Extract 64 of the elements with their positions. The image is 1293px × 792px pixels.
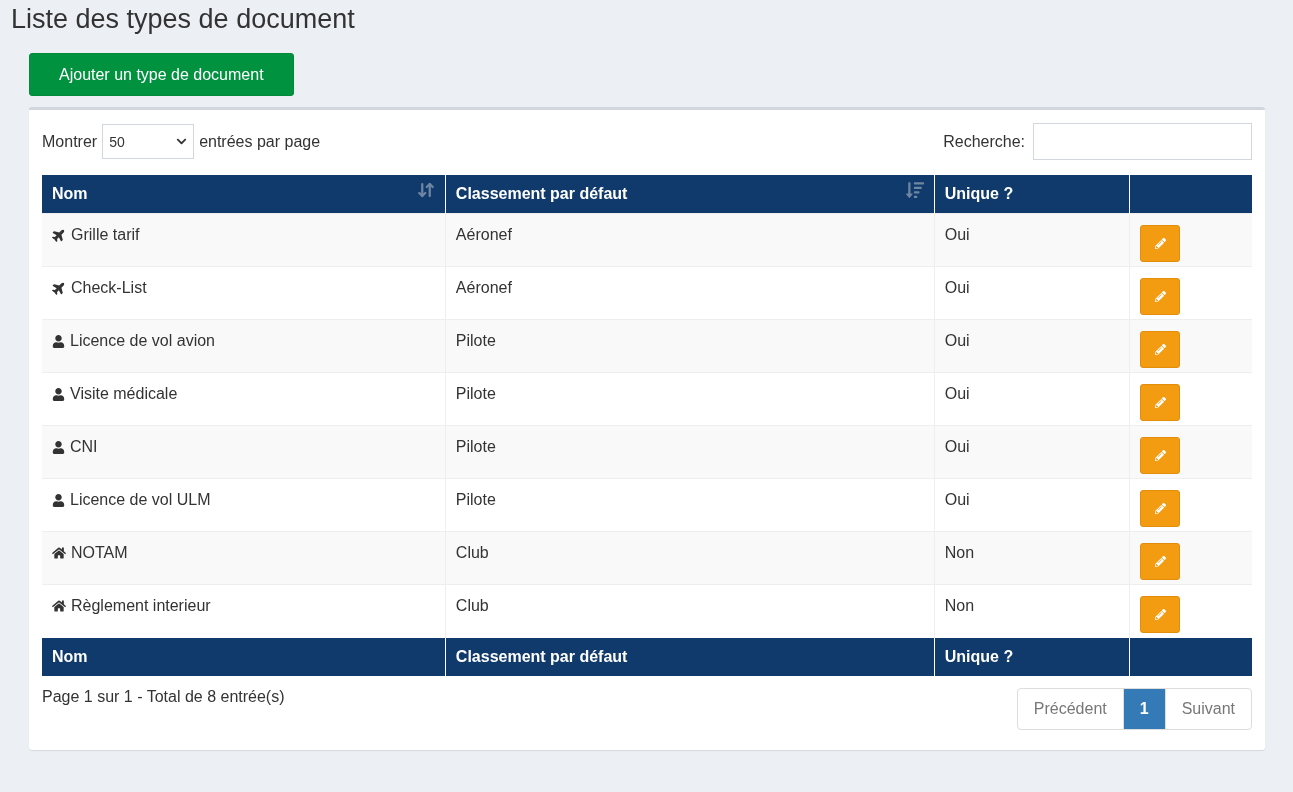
table-cell: Règlement interieur [52, 597, 211, 615]
table-cell: Club [455, 597, 489, 614]
edit-button[interactable] [1140, 437, 1181, 474]
pencil-icon [1154, 344, 1166, 355]
page-length-select[interactable]: 50 [102, 124, 195, 159]
table-cell: Oui [944, 385, 970, 402]
table-cell: CNI [52, 438, 98, 456]
table-cell: Club [455, 544, 489, 561]
edit-button[interactable] [1140, 543, 1181, 580]
edit-button[interactable] [1140, 384, 1181, 421]
table-cell: Oui [944, 279, 970, 296]
column-header[interactable]: Nom [42, 175, 446, 214]
table-cell: Non [944, 544, 975, 561]
pencil-icon [1154, 503, 1166, 514]
edit-button[interactable] [1140, 490, 1181, 527]
table-cell: Licence de vol avion [52, 332, 215, 350]
user-icon [52, 334, 65, 348]
user-icon [52, 387, 65, 401]
search-label: Recherche: [943, 132, 1025, 151]
edit-button[interactable] [1140, 596, 1181, 633]
edit-button[interactable] [1140, 331, 1181, 368]
pencil-icon [1154, 397, 1166, 408]
table-cell: Visite médicale [52, 385, 178, 403]
page-title: Liste des types de document [11, 4, 356, 35]
per-page-label: entrées par page [199, 132, 321, 151]
table-cell: Oui [944, 226, 970, 243]
table-cell: Pilote [455, 332, 496, 349]
table-cell: Check-List [52, 279, 147, 297]
table-cell: Non [944, 597, 975, 614]
chevron-icon [176, 136, 188, 147]
table-cell: Licence de vol ULM [52, 491, 211, 509]
page-info: Page 1 sur 1 - Total de 8 entrée(s) [42, 687, 285, 706]
page-button[interactable]: 1 [1122, 687, 1166, 730]
table-cell: Pilote [455, 438, 496, 455]
sort-icon[interactable] [905, 181, 924, 199]
column-header: Unique ? [934, 175, 1130, 214]
table-cell: Oui [944, 491, 970, 508]
table-cell: Aéronef [455, 226, 512, 243]
user-icon [52, 493, 65, 507]
house-icon [52, 599, 66, 613]
table-cell: NOTAM [52, 544, 128, 562]
show-label: Montrer [42, 132, 98, 151]
edit-button[interactable] [1140, 278, 1181, 315]
table-cell: Pilote [455, 385, 496, 402]
pencil-icon [1154, 291, 1166, 302]
pencil-icon [1154, 609, 1166, 620]
column-footer: Unique ? [934, 637, 1130, 676]
table-cell: Pilote [455, 491, 496, 508]
edit-button[interactable] [1140, 225, 1181, 262]
user-icon [52, 440, 65, 454]
table-cell: Oui [944, 438, 970, 455]
add-button[interactable]: Ajouter un type de document [29, 53, 294, 96]
pencil-icon [1154, 556, 1166, 567]
column-footer: Nom [42, 637, 446, 676]
column-header[interactable]: Classement par défaut [445, 175, 935, 214]
table-cell: Grille tarif [52, 226, 140, 244]
sort-icon[interactable] [416, 181, 435, 199]
pencil-icon [1154, 450, 1166, 461]
pencil-icon [1154, 238, 1166, 249]
search-field[interactable] [1033, 123, 1252, 160]
column-footer: Classement par défaut [445, 637, 935, 676]
table-cell: Oui [944, 332, 970, 349]
table-cell: Aéronef [455, 279, 512, 296]
house-icon [52, 546, 66, 560]
